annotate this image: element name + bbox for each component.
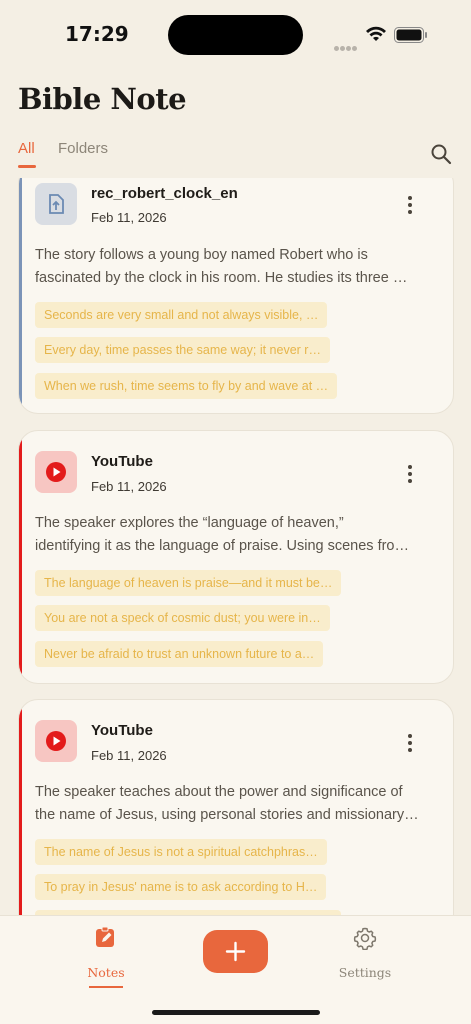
youtube-play-icon: [35, 451, 77, 493]
quote-chip: To pray in Jesus' name is to ask accordi…: [35, 874, 327, 900]
active-nav-indicator: [89, 986, 123, 988]
card-accent-bar: [19, 431, 22, 683]
nav-settings[interactable]: Settings: [335, 926, 395, 986]
quote-chip: Seconds are very small and not always vi…: [35, 302, 328, 328]
dynamic-island: [168, 15, 303, 55]
wifi-icon: [366, 26, 386, 41]
gear-icon: [353, 927, 377, 950]
more-options-icon[interactable]: [405, 196, 415, 218]
status-time: 17:29: [65, 22, 129, 46]
plus-icon: [225, 941, 246, 962]
note-summary: The speaker explores the “language of he…: [35, 515, 409, 554]
card-accent-bar: [19, 700, 22, 916]
note-date: Feb 11, 2026: [91, 748, 167, 763]
edit-note-icon: [96, 926, 114, 947]
note-title: YouTube: [91, 722, 153, 739]
card-accent-bar: [19, 178, 22, 413]
youtube-play-icon: [35, 720, 77, 762]
note-date: Feb 11, 2026: [91, 210, 167, 225]
add-note-button[interactable]: [203, 930, 268, 973]
bottom-nav: Notes Settings: [0, 915, 471, 1024]
status-bar: 17:29: [0, 0, 471, 70]
quote-chip: You are not a speck of cosmic dust; you …: [35, 605, 330, 631]
quote-chip: Every day, time passes the same way; it …: [35, 337, 330, 363]
note-summary: The story follows a young boy named Robe…: [35, 247, 408, 286]
notes-list[interactable]: rec_robert_clock_en Feb 11, 2026 The sto…: [0, 178, 471, 916]
page-title: Bible Note: [18, 82, 187, 116]
battery-icon: [394, 27, 427, 43]
note-card[interactable]: rec_robert_clock_en Feb 11, 2026 The sto…: [18, 178, 454, 414]
note-title: YouTube: [91, 453, 153, 470]
note-title: rec_robert_clock_en: [91, 185, 238, 202]
file-upload-icon: [35, 183, 77, 225]
nav-settings-label: Settings: [338, 965, 392, 980]
tab-all[interactable]: All: [18, 140, 35, 157]
cellular-signal-icon: [334, 38, 358, 56]
quote-chip: When we rush, time seems to fly by and w…: [35, 373, 338, 399]
note-card[interactable]: YouTube Feb 11, 2026 The speaker explore…: [18, 430, 454, 684]
more-options-icon[interactable]: [405, 734, 415, 756]
quote-chip: The language of heaven is praise—and it …: [35, 570, 342, 596]
nav-notes-label: Notes: [87, 965, 125, 980]
quote-chip: The name of Jesus is not a spiritual cat…: [35, 839, 327, 865]
more-options-icon[interactable]: [405, 465, 415, 487]
search-icon[interactable]: [430, 143, 452, 165]
quote-chip: Never be afraid to trust an unknown futu…: [35, 641, 324, 667]
nav-notes[interactable]: Notes: [84, 926, 128, 988]
note-date: Feb 11, 2026: [91, 479, 167, 494]
note-summary: The speaker teaches about the power and …: [35, 784, 419, 823]
note-card[interactable]: YouTube Feb 11, 2026 The speaker teaches…: [18, 699, 454, 916]
tab-folders[interactable]: Folders: [58, 140, 108, 157]
home-indicator: [152, 1010, 320, 1015]
active-tab-indicator: [18, 165, 36, 168]
